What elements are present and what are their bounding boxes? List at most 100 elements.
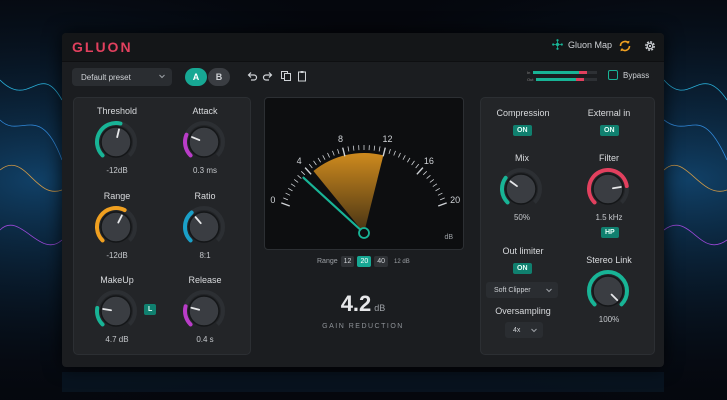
vu-tick	[287, 187, 293, 192]
vu-scale-label: 0	[270, 195, 275, 205]
filter-knob[interactable]: Filter 1.5 kHz	[574, 153, 644, 222]
vu-tick	[290, 183, 296, 187]
compression-toggle[interactable]: ON	[513, 125, 532, 136]
vu-tick	[313, 160, 317, 166]
attack-knob[interactable]: Attack 0.3 ms	[170, 106, 240, 175]
oversampling-value: 4x	[513, 326, 521, 334]
vu-tick	[281, 202, 291, 207]
bypass-toggle[interactable]: Bypass	[608, 70, 649, 80]
vu-scale-label: 16	[424, 156, 434, 166]
vu-tick	[352, 145, 355, 151]
knob-dial[interactable]	[499, 167, 543, 211]
knob-dial[interactable]	[586, 269, 630, 313]
makeup-knob[interactable]: MakeUp 4.7 dB	[82, 275, 152, 344]
knob-dial[interactable]	[182, 120, 226, 164]
oversampling-select[interactable]: 4x	[505, 322, 543, 338]
range-unit: 12 dB	[394, 258, 410, 265]
vu-tick	[388, 148, 391, 154]
bypass-checkbox[interactable]	[608, 70, 618, 80]
knob-dial[interactable]	[182, 289, 226, 333]
release-knob[interactable]: Release 0.4 s	[170, 275, 240, 344]
preset-label: Default preset	[81, 72, 131, 82]
gear-icon[interactable]	[643, 39, 657, 53]
paste-icon[interactable]	[296, 70, 308, 82]
vu-tick	[332, 150, 335, 156]
vu-tick	[337, 148, 340, 154]
vu-tick	[327, 152, 330, 158]
vu-tick	[437, 202, 447, 207]
vu-tick	[378, 146, 381, 152]
ratio-label: Ratio	[194, 191, 216, 201]
clipper-value: Soft Clipper	[494, 286, 531, 294]
vu-tick	[342, 147, 346, 157]
release-value: 0.4 s	[196, 335, 214, 344]
knob-dial[interactable]	[182, 205, 226, 249]
vu-tick	[304, 167, 312, 175]
knob-body	[188, 211, 220, 243]
bypass-label: Bypass	[623, 70, 650, 80]
ratio-knob[interactable]: Ratio 8:1	[170, 191, 240, 260]
title-bar: GLUON Gluon Map	[62, 33, 664, 62]
undo-icon[interactable]	[246, 70, 258, 82]
vu-tick	[429, 179, 435, 183]
gain-reduction-value: 4.2	[340, 291, 372, 316]
chevron-down-icon	[545, 286, 553, 296]
mix-knob[interactable]: Mix 50%	[487, 153, 557, 222]
gain-reduction-readout: 4.2 dB GAIN REDUCTION	[264, 291, 462, 330]
sync-icon[interactable]	[618, 39, 632, 53]
out-limiter-label: Out limiter	[502, 246, 544, 256]
range-knob[interactable]: Range -12dB	[82, 191, 152, 260]
vu-tick	[300, 171, 306, 176]
knob-body	[592, 275, 624, 307]
gain-reduction-unit: dB	[374, 303, 386, 313]
range-option-12[interactable]: 12	[340, 256, 355, 267]
vu-tick	[411, 160, 415, 166]
copy-icon[interactable]	[280, 70, 292, 82]
preset-b-button[interactable]: B	[208, 68, 230, 86]
release-label: Release	[188, 275, 222, 285]
knob-body	[100, 126, 132, 158]
range-label: Range	[103, 191, 131, 201]
vu-tick	[317, 157, 321, 163]
oversampling-label: Oversampling	[495, 306, 551, 316]
range-option-40[interactable]: 40	[374, 256, 389, 267]
stereo-link-value: 100%	[598, 315, 620, 324]
gluon-map-label: Gluon Map	[568, 39, 613, 50]
output-panel: Compression ON External in ON Mix 50% Fi…	[480, 97, 655, 355]
vu-unit: dB	[444, 234, 453, 241]
clipper-select[interactable]: Soft Clipper	[486, 282, 558, 298]
app-logo: GLUON	[72, 39, 133, 55]
threshold-knob[interactable]: Threshold -12dB	[82, 106, 152, 175]
knob-dial[interactable]	[94, 289, 138, 333]
mix-value: 50%	[513, 213, 530, 222]
stereo-link-knob[interactable]: Stereo Link 100%	[574, 255, 644, 324]
vu-scale-label: 12	[382, 134, 392, 144]
vu-tick	[415, 163, 420, 169]
range-option-20[interactable]: 20	[357, 256, 372, 267]
knob-pointer	[102, 308, 112, 312]
compression-label: Compression	[496, 108, 550, 118]
knob-dial[interactable]	[94, 205, 138, 249]
gluon-map-button[interactable]: Gluon Map	[552, 39, 612, 50]
vu-tick	[437, 192, 443, 196]
knob-dial[interactable]	[586, 167, 630, 211]
knob-body	[505, 173, 537, 205]
filter-label: Filter	[599, 153, 619, 163]
output-meter-label: Out	[527, 77, 534, 82]
makeup-link-button[interactable]: L	[144, 304, 157, 315]
network-icon	[552, 39, 563, 50]
range-label: Range	[317, 258, 338, 265]
vu-tick	[308, 163, 313, 169]
redo-icon[interactable]	[262, 70, 274, 82]
vu-tick	[285, 192, 291, 196]
external-in-toggle[interactable]: ON	[600, 125, 619, 136]
knob-dial[interactable]	[94, 120, 138, 164]
filter-hp-button[interactable]: HP	[601, 227, 619, 238]
preset-a-button[interactable]: A	[185, 68, 207, 86]
range-value: -12dB	[106, 251, 128, 260]
preset-selector[interactable]: Default preset	[72, 68, 172, 86]
threshold-label: Threshold	[96, 106, 138, 116]
vu-tick	[297, 174, 302, 179]
out-limiter-toggle[interactable]: ON	[513, 263, 532, 274]
vu-tick	[293, 179, 299, 183]
